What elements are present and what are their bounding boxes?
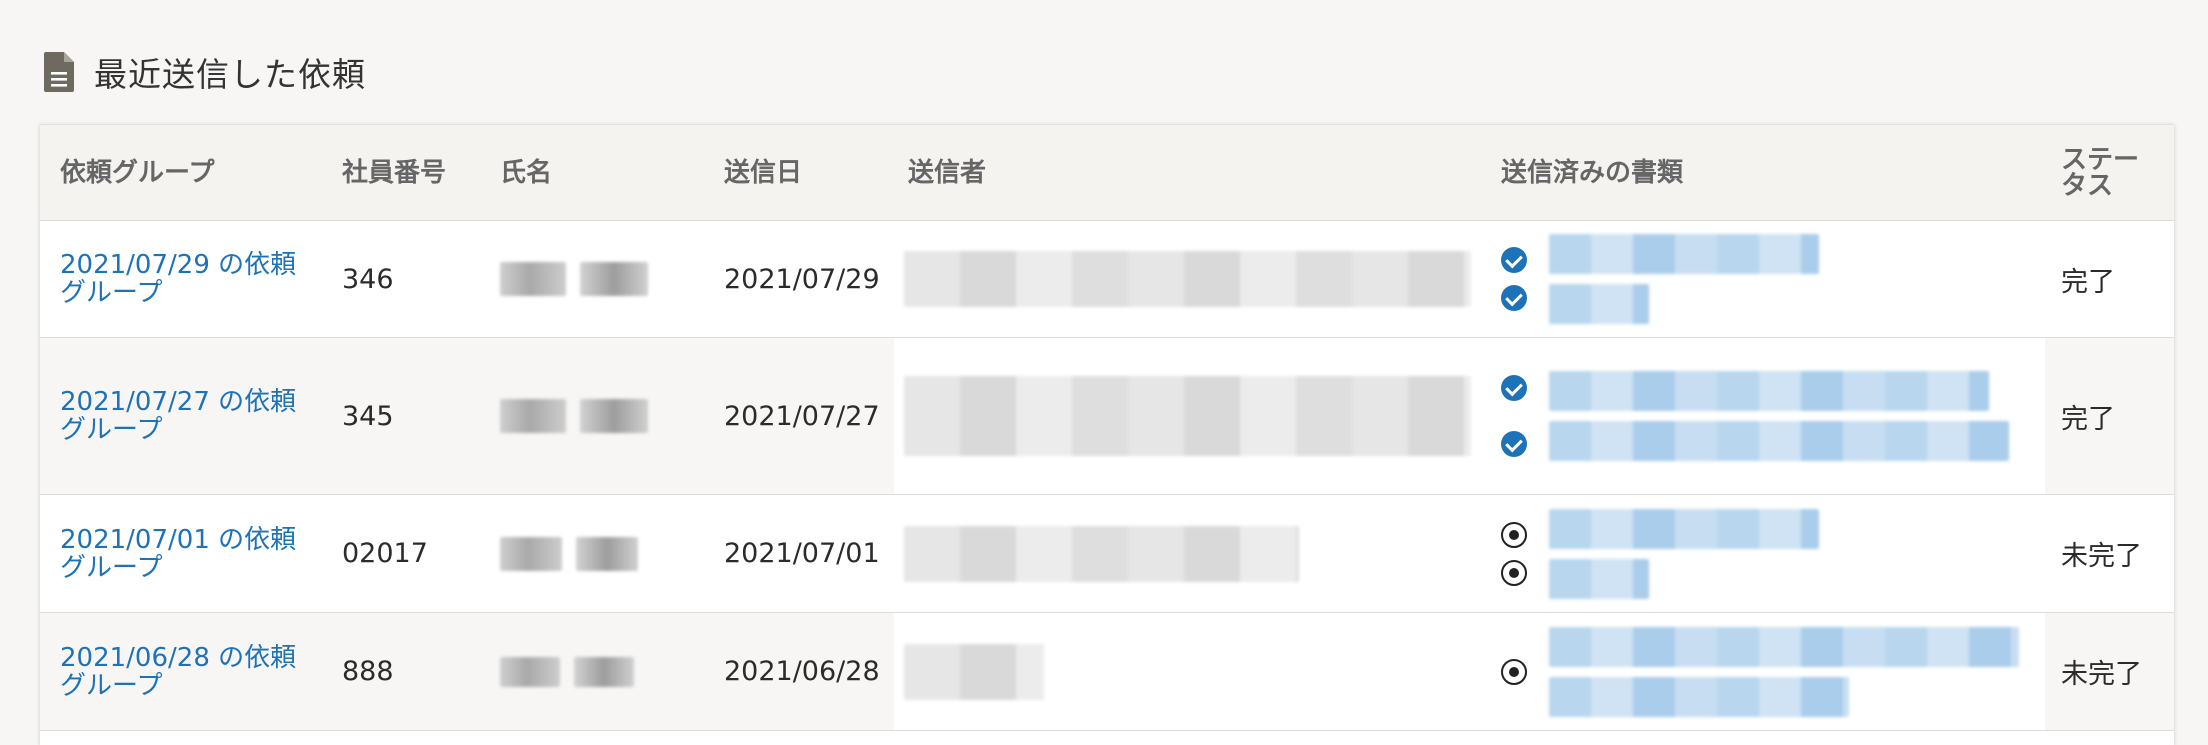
employee-name-redacted [480, 612, 704, 731]
employee-name-redacted [480, 220, 704, 338]
request-group-link[interactable]: 2021/07/27 の依頼グループ [60, 388, 322, 444]
request-status: 完了 [2045, 337, 2174, 495]
sent-date: 2021/07/01 [704, 494, 894, 613]
pending-radio-icon [1501, 658, 1527, 685]
column-header-employee-no[interactable]: 社員番号 [342, 125, 480, 221]
column-header-sender[interactable]: 送信者 [894, 125, 1481, 221]
request-status: 未完了 [2045, 612, 2174, 731]
pending-radio-icon [1501, 559, 1527, 586]
sent-date: 2021/07/29 [704, 220, 894, 338]
table-header-row: 依頼グループ 社員番号 氏名 送信日 送信者 送信済みの書類 ステータス [40, 125, 2174, 221]
request-group-link[interactable]: 2021/07/29 の依頼グループ [60, 251, 322, 307]
request-group-link[interactable]: 2021/06/28 の依頼グループ [60, 644, 322, 700]
column-header-name[interactable]: 氏名 [480, 125, 704, 221]
employee-number: 346 [342, 220, 480, 338]
sent-documents[interactable] [1481, 494, 2045, 613]
section-title: 最近送信した依頼 [94, 55, 366, 94]
section-header: 最近送信した依頼 [44, 46, 366, 98]
employee-number: 345 [342, 337, 480, 495]
employee-name-redacted [480, 494, 704, 613]
sender-redacted [894, 337, 1481, 495]
table-row[interactable]: 2021/07/01 の依頼グループ 02017 2021/07/01 未完了 [40, 494, 2174, 613]
employee-number: 02017 [342, 494, 480, 613]
sent-date: 2021/07/27 [704, 337, 894, 495]
table-row[interactable]: 2021/07/27 の依頼グループ 345 2021/07/27 完了 [40, 337, 2174, 495]
request-status: 完了 [2045, 220, 2174, 338]
check-circle-icon [1501, 247, 1527, 273]
column-header-status[interactable]: ステータス [2045, 125, 2174, 221]
table-row[interactable]: 2021/06/28 の依頼グループ 888 2021/06/28 未完了 [40, 612, 2174, 731]
column-header-sent-date[interactable]: 送信日 [704, 125, 894, 221]
check-circle-icon [1501, 375, 1527, 401]
sender-redacted [894, 612, 1481, 731]
employee-name-redacted [480, 337, 704, 495]
request-status: 未完了 [2045, 494, 2174, 613]
sent-date: 2021/06/28 [704, 612, 894, 731]
document-icon [44, 52, 74, 92]
check-circle-icon [1501, 285, 1527, 311]
requests-table: 依頼グループ 社員番号 氏名 送信日 送信者 送信済みの書類 ステータス 202… [40, 124, 2174, 745]
sent-documents[interactable] [1481, 220, 2045, 338]
check-circle-icon [1501, 431, 1527, 457]
column-header-sent-docs[interactable]: 送信済みの書類 [1481, 125, 2045, 221]
sent-documents[interactable] [1481, 612, 2045, 731]
employee-number: 888 [342, 612, 480, 731]
request-group-link[interactable]: 2021/07/01 の依頼グループ [60, 526, 322, 582]
column-header-group[interactable]: 依頼グループ [40, 125, 342, 221]
sender-redacted [894, 220, 1481, 338]
sent-documents[interactable] [1481, 337, 2045, 495]
sender-redacted [894, 494, 1481, 613]
table-row[interactable]: 2021/07/29 の依頼グループ 346 2021/07/29 完了 [40, 220, 2174, 338]
pending-radio-icon [1501, 521, 1527, 548]
